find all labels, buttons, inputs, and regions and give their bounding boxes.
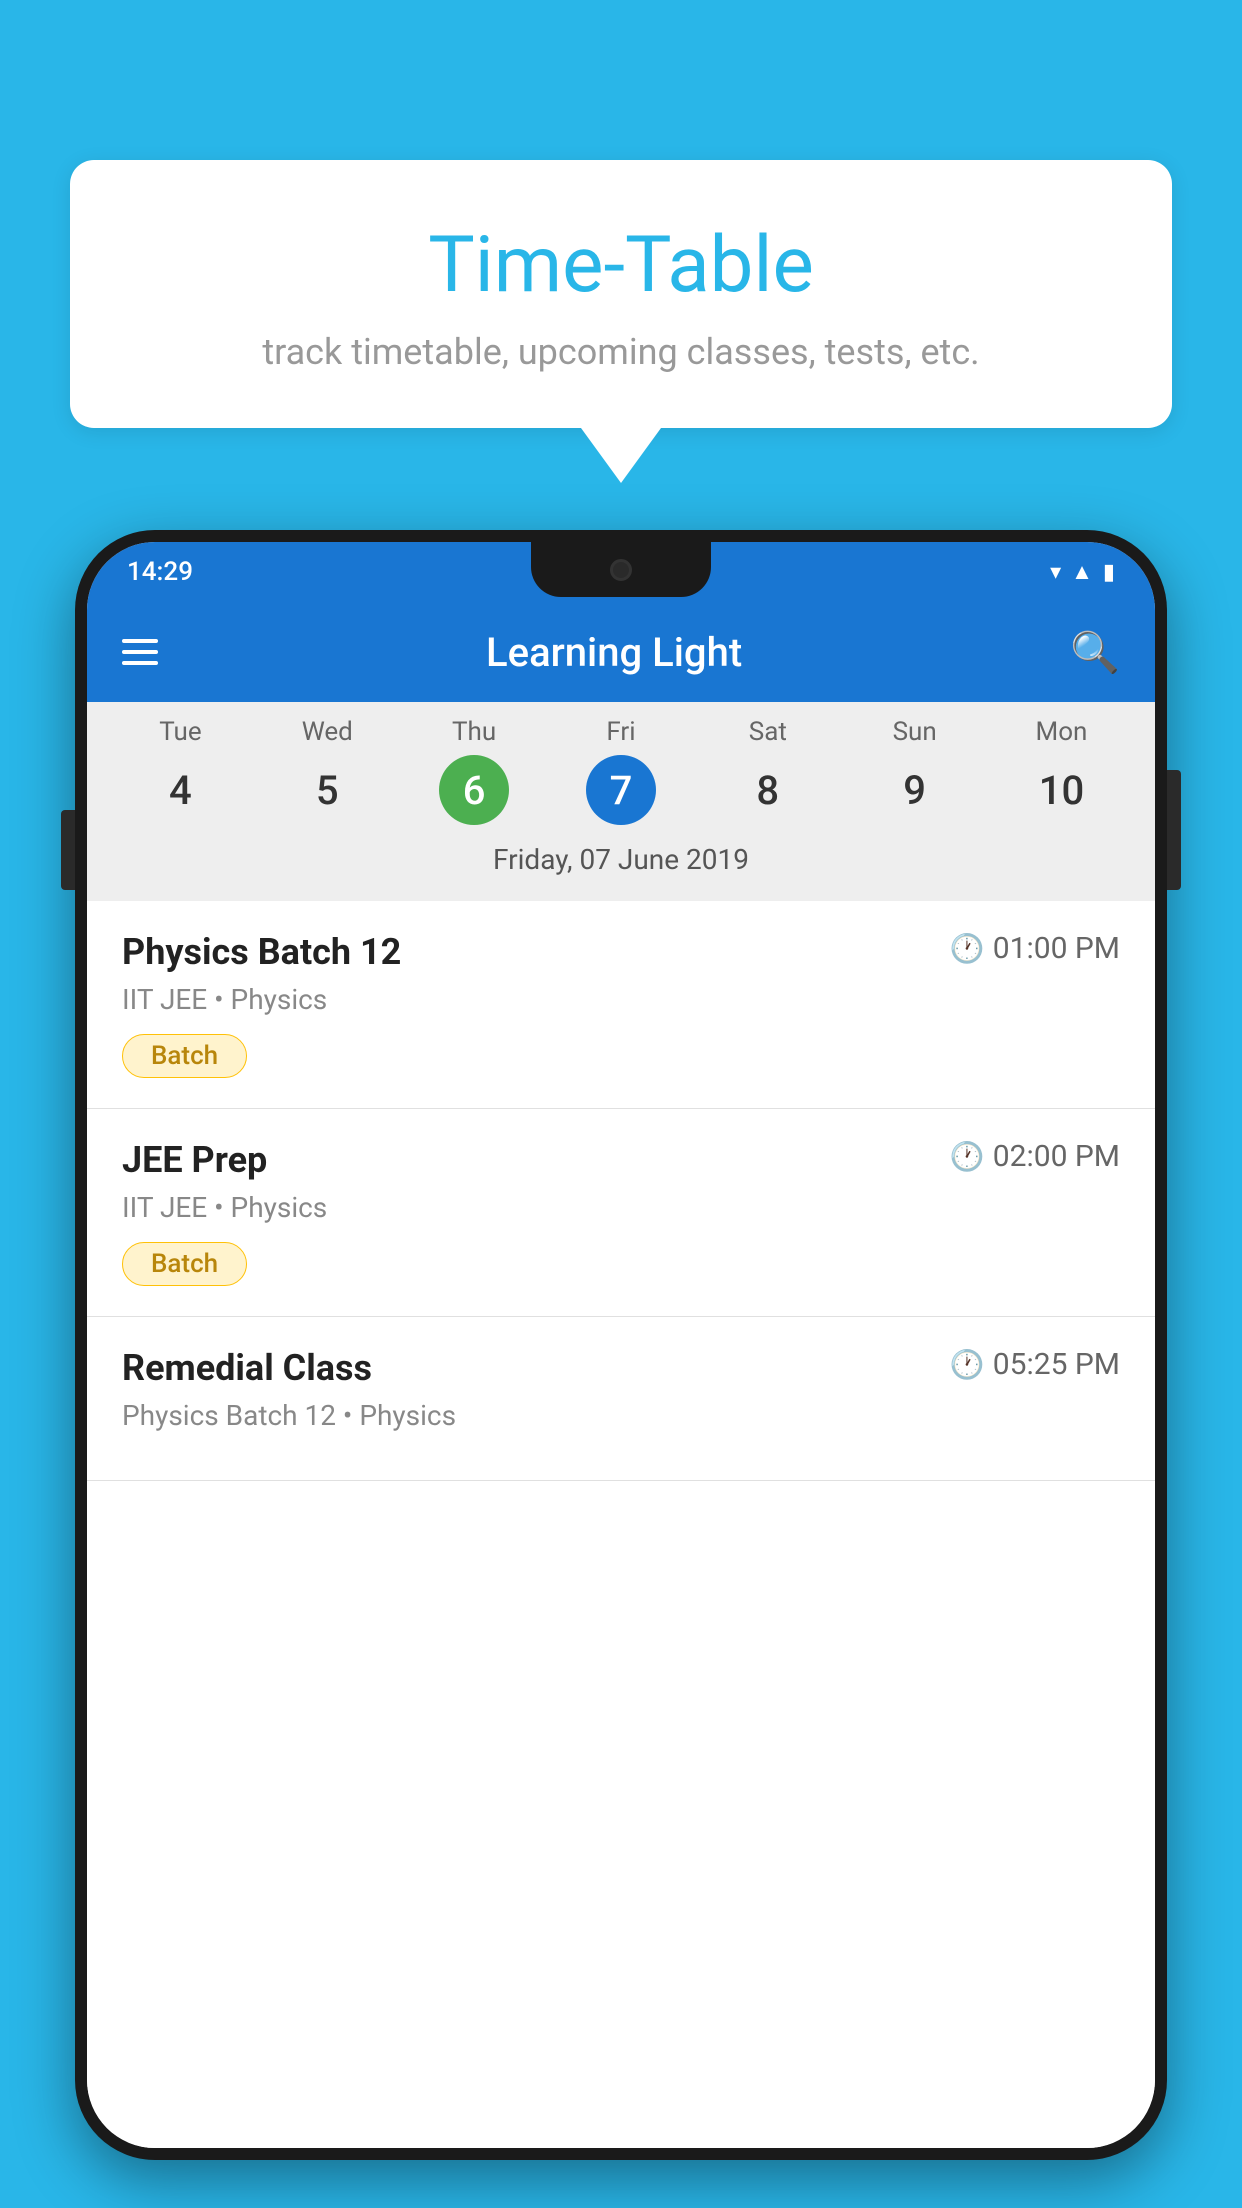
day-cell-fri[interactable]: Fri 7	[556, 717, 686, 825]
day-name-mon: Mon	[1036, 717, 1088, 747]
schedule-item-header-2: Remedial Class 🕐 05:25 PM	[122, 1347, 1120, 1389]
search-icon[interactable]: 🔍	[1070, 629, 1120, 676]
day-number-7[interactable]: 7	[586, 755, 656, 825]
calendar-strip: Tue 4 Wed 5 Thu 6 Fri 7 Sat 8 Sun 9 Mon 10 Friday, 07…	[87, 702, 1155, 901]
schedule-item-header-1: JEE Prep 🕐 02:00 PM	[122, 1139, 1120, 1181]
phone-notch	[531, 542, 711, 597]
day-name-sun: Sun	[893, 717, 937, 747]
speech-bubble-title: Time-Table	[120, 220, 1122, 311]
day-number-10[interactable]: 10	[1026, 755, 1096, 825]
days-row: Tue 4 Wed 5 Thu 6 Fri 7 Sat 8 Sun 9 Mon 10	[87, 717, 1155, 825]
phone-mockup: 14:29 ▾ ▲ ▮ Learning Light 🔍	[75, 530, 1167, 2208]
schedule-item-subtitle-1: IIT JEE • Physics	[122, 1191, 1120, 1224]
day-number-5[interactable]: 5	[292, 755, 362, 825]
status-icons: ▾ ▲ ▮	[1050, 559, 1115, 585]
clock-icon: 🕐	[950, 932, 985, 965]
schedule-item-header-0: Physics Batch 12 🕐 01:00 PM	[122, 931, 1120, 973]
day-cell-mon[interactable]: Mon 10	[996, 717, 1126, 825]
day-number-9[interactable]: 9	[880, 755, 950, 825]
selected-date-label: Friday, 07 June 2019	[87, 833, 1155, 891]
phone-outer: 14:29 ▾ ▲ ▮ Learning Light 🔍	[75, 530, 1167, 2160]
day-name-tue: Tue	[159, 717, 201, 747]
phone-camera	[610, 559, 632, 581]
day-name-fri: Fri	[606, 717, 635, 747]
schedule-item-2[interactable]: Remedial Class 🕐 05:25 PM Physics Batch 12…	[87, 1317, 1155, 1481]
batch-badge-1: Batch	[122, 1242, 247, 1286]
speech-bubble-container: Time-Table track timetable, upcoming cla…	[70, 160, 1172, 483]
app-bar: Learning Light 🔍	[87, 602, 1155, 702]
schedule-item-time-2: 🕐 05:25 PM	[950, 1347, 1120, 1382]
menu-button[interactable]	[122, 639, 158, 665]
battery-icon: ▮	[1103, 560, 1115, 585]
day-number-4[interactable]: 4	[145, 755, 215, 825]
schedule-item-time-0: 🕐 01:00 PM	[950, 931, 1120, 966]
clock-icon: 🕐	[950, 1348, 985, 1381]
day-cell-sat[interactable]: Sat 8	[703, 717, 833, 825]
day-number-6[interactable]: 6	[439, 755, 509, 825]
signal-icon: ▲	[1071, 559, 1093, 585]
wifi-icon: ▾	[1050, 560, 1061, 585]
speech-bubble-subtitle: track timetable, upcoming classes, tests…	[120, 331, 1122, 373]
schedule-list: Physics Batch 12 🕐 01:00 PM IIT JEE • Phys…	[87, 901, 1155, 2148]
day-cell-wed[interactable]: Wed 5	[262, 717, 392, 825]
speech-bubble-tail	[581, 428, 661, 483]
day-cell-sun[interactable]: Sun 9	[850, 717, 980, 825]
schedule-item-subtitle-2: Physics Batch 12 • Physics	[122, 1399, 1120, 1432]
schedule-item-time-1: 🕐 02:00 PM	[950, 1139, 1120, 1174]
clock-icon: 🕐	[950, 1140, 985, 1173]
day-cell-tue[interactable]: Tue 4	[115, 717, 245, 825]
status-time: 14:29	[127, 557, 193, 587]
day-name-thu: Thu	[452, 717, 496, 747]
schedule-item-title-1: JEE Prep	[122, 1139, 267, 1181]
batch-badge-0: Batch	[122, 1034, 247, 1078]
schedule-item-subtitle-0: IIT JEE • Physics	[122, 983, 1120, 1016]
day-cell-thu[interactable]: Thu 6	[409, 717, 539, 825]
day-name-sat: Sat	[749, 717, 787, 747]
speech-bubble: Time-Table track timetable, upcoming cla…	[70, 160, 1172, 428]
schedule-item-title-0: Physics Batch 12	[122, 931, 401, 973]
schedule-item-0[interactable]: Physics Batch 12 🕐 01:00 PM IIT JEE • Phys…	[87, 901, 1155, 1109]
schedule-item-1[interactable]: JEE Prep 🕐 02:00 PM IIT JEE • Physics Batch	[87, 1109, 1155, 1317]
phone-inner: 14:29 ▾ ▲ ▮ Learning Light 🔍	[87, 542, 1155, 2148]
day-name-wed: Wed	[302, 717, 353, 747]
day-number-8[interactable]: 8	[733, 755, 803, 825]
schedule-item-title-2: Remedial Class	[122, 1347, 372, 1389]
app-bar-title: Learning Light	[486, 629, 742, 676]
